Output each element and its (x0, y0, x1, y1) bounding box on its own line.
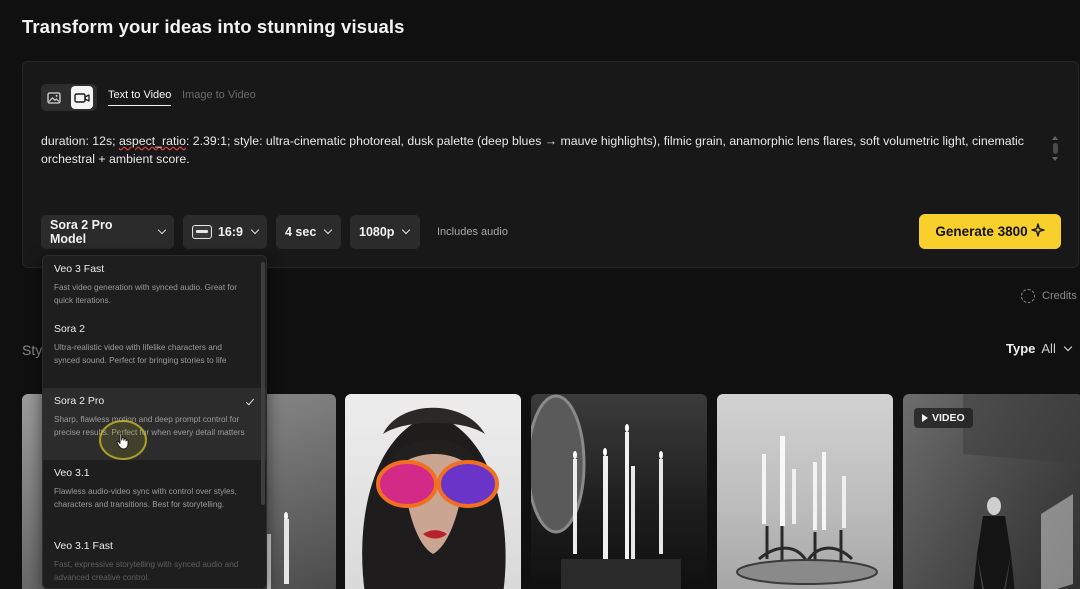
aspect-ratio-icon (192, 225, 212, 239)
prompt-text-spellcheck: aspect_ratio (118, 134, 186, 148)
page-title: Transform your ideas into stunning visua… (22, 16, 405, 37)
chevron-down-icon (324, 225, 333, 235)
duration-label: 4 sec (285, 225, 317, 239)
tab-text-to-video[interactable]: Text to Video (108, 89, 172, 106)
video-badge: VIDEO (914, 408, 973, 428)
aspect-ratio-label: 16:9 (217, 225, 243, 239)
gallery-card-woman-sunglasses[interactable] (345, 394, 521, 589)
type-filter-value: All (1041, 341, 1056, 356)
video-camera-icon (74, 92, 90, 104)
resolution-label: 1080p (359, 225, 395, 239)
scroll-up-icon[interactable] (1052, 136, 1058, 140)
image-mode-button[interactable] (43, 86, 65, 109)
prompt-text-start: duration: 12s; (41, 134, 119, 148)
duration-select[interactable]: 4 sec (276, 215, 341, 249)
video-badge-label: VIDEO (932, 412, 965, 424)
model-option-name: Sora 2 (54, 323, 85, 335)
mode-toggle (41, 84, 97, 111)
menu-scrollbar[interactable] (261, 262, 265, 505)
play-icon (922, 414, 928, 422)
model-option-sora-2-pro[interactable]: Sora 2 Pro Sharp, flawless motion and de… (43, 388, 266, 460)
model-option-desc: Sharp, flawless motion and deep prompt c… (54, 415, 245, 437)
image-icon (47, 91, 61, 104)
model-option-name: Sora 2 Pro (54, 395, 105, 407)
gallery-card-candles-mirror[interactable] (531, 394, 707, 589)
prompt-composer: Text to Video Image to Video duration: 1… (22, 61, 1079, 268)
type-filter-label: Type (1006, 341, 1036, 356)
model-option-name: Veo 3 Fast (54, 263, 105, 275)
model-option-veo-3-fast[interactable]: Veo 3 Fast Fast video generation with sy… (43, 256, 266, 316)
chevron-down-icon (402, 225, 411, 235)
hand-cursor-icon (116, 432, 130, 455)
credits-indicator: Credits (1021, 289, 1077, 303)
type-filter[interactable]: Type All (1006, 341, 1073, 356)
prompt-input[interactable]: duration: 12s; aspect_ratio: 2.39:1; sty… (41, 132, 1051, 168)
model-option-desc: Fast video generation with synced audio.… (54, 283, 237, 305)
model-option-name: Veo 3.1 Fast (54, 540, 113, 552)
gallery-card-woman-suit[interactable]: VIDEO (903, 394, 1080, 589)
generate-button[interactable]: Generate 3800 (919, 214, 1061, 249)
styles-heading: Sty (22, 342, 43, 358)
model-option-desc: Fast, expressive storytelling with synce… (54, 560, 239, 582)
chevron-down-icon (250, 225, 260, 235)
generate-label: Generate 3800 (935, 224, 1028, 239)
model-option-desc: Flawless audio-video sync with control o… (54, 487, 237, 509)
tab-image-to-video[interactable]: Image to Video (182, 89, 256, 101)
credits-label: Credits (1042, 290, 1077, 302)
prompt-scrollbar[interactable] (1052, 136, 1058, 164)
chevron-down-icon (157, 225, 167, 235)
model-option-desc: Ultra-realistic video with lifelike char… (54, 343, 227, 365)
scroll-down-icon[interactable] (1052, 157, 1058, 161)
chevron-down-icon (1063, 342, 1073, 351)
video-mode-button[interactable] (71, 86, 93, 109)
sparkle-icon (1030, 223, 1045, 240)
model-dropdown-menu: Veo 3 Fast Fast video generation with sy… (42, 255, 267, 589)
loading-spinner-icon (1021, 289, 1035, 303)
model-select-label: Sora 2 Pro Model (50, 218, 113, 246)
model-select[interactable]: Sora 2 Pro Model (41, 215, 174, 249)
model-option-veo-3-1-fast[interactable]: Veo 3.1 Fast Fast, expressive storytelli… (43, 533, 266, 588)
scroll-thumb[interactable] (1052, 143, 1058, 154)
model-option-name: Veo 3.1 (54, 467, 90, 479)
audio-note: Includes audio (437, 226, 508, 238)
model-option-sora-2[interactable]: Sora 2 Ultra-realistic video with lifeli… (43, 316, 266, 388)
prompt-text-rest: : 2.39:1; style: ultra-cinematic photore… (41, 134, 1024, 166)
model-option-veo-3-1[interactable]: Veo 3.1 Flawless audio-video sync with c… (43, 460, 266, 533)
aspect-ratio-select[interactable]: 16:9 (183, 215, 267, 249)
gallery-card-candelabra[interactable] (717, 394, 893, 589)
resolution-select[interactable]: 1080p (350, 215, 420, 249)
